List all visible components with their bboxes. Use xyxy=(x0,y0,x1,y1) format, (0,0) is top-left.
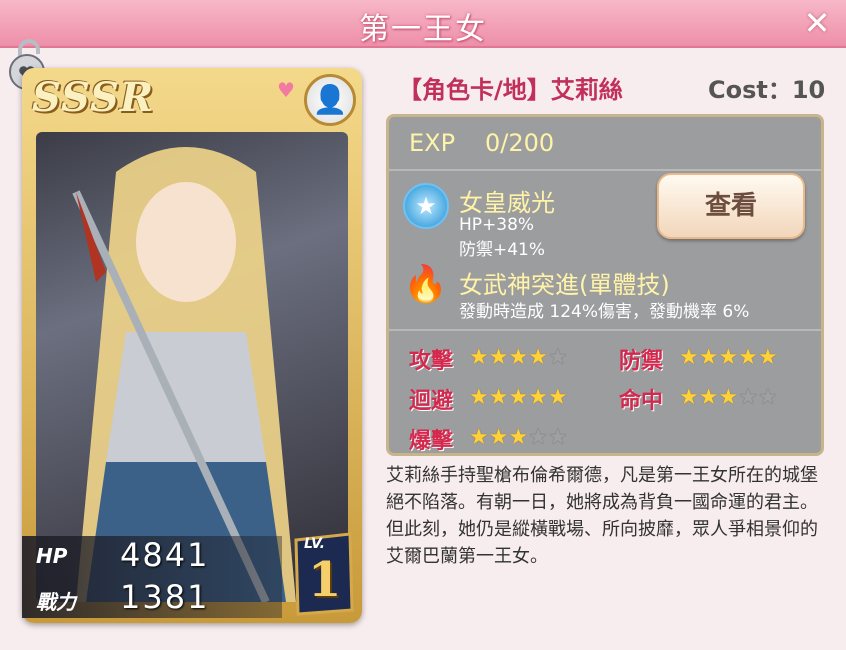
window-title: 第一王女 xyxy=(359,12,487,47)
star-filled-icon: ★ xyxy=(508,385,529,410)
star-filled-icon: ★ xyxy=(698,345,719,370)
star-empty-icon: ★ xyxy=(738,385,758,410)
star-empty-icon: ★ xyxy=(547,425,568,450)
stars-accuracy: ★★★★★ xyxy=(679,385,778,410)
hp-value: 4841 xyxy=(120,536,210,574)
star-filled-icon: ★ xyxy=(469,385,489,410)
star-filled-icon: ★ xyxy=(469,345,489,370)
star-filled-icon: ★ xyxy=(738,345,758,370)
star-filled-icon: ★ xyxy=(508,425,529,450)
rarity-badge: SSSR xyxy=(32,74,155,121)
divider xyxy=(389,329,821,331)
flame-icon: 🔥 xyxy=(403,264,448,305)
power-label: 戰力 xyxy=(36,590,76,614)
hp-stat: HP 4841 xyxy=(22,536,282,578)
star-filled-icon: ★ xyxy=(488,425,509,450)
star-filled-icon: ★ xyxy=(547,385,568,410)
star-filled-icon: ★ xyxy=(488,345,509,370)
exp-label: EXP xyxy=(409,129,456,157)
stars-evasion: ★★★★★ xyxy=(469,385,568,410)
level-label: LV. xyxy=(304,536,325,552)
star-filled-icon: ★ xyxy=(679,385,699,410)
star-filled-icon: ★ xyxy=(718,385,739,410)
power-stat: 戰力 1381 xyxy=(22,578,282,618)
skill1-desc-hp: HP+38% xyxy=(459,215,535,235)
star-filled-icon: ★ xyxy=(469,425,489,450)
exp-value: 0/200 xyxy=(485,129,555,157)
view-button[interactable]: 查看 xyxy=(657,173,805,239)
heart-icon: ♥ xyxy=(277,78,295,102)
title-bar: 第一王女 ✕ xyxy=(0,0,846,48)
profile-icon[interactable]: 👤 xyxy=(304,74,356,126)
attr-label-critical: 爆擊 xyxy=(409,429,454,454)
star-filled-icon: ★ xyxy=(718,345,739,370)
star-empty-icon: ★ xyxy=(547,345,568,370)
star-empty-icon: ★ xyxy=(757,385,778,410)
card-detail-panel: 第一王女 ✕ SSSR ♥ 👤 HP 4841 戰力 1381 LV. 1 【角… xyxy=(0,0,846,650)
attr-label-defense: 防禦 xyxy=(619,349,664,374)
skill1-name: 女皇威光 xyxy=(459,189,555,217)
attr-label-accuracy: 命中 xyxy=(619,389,664,414)
star-badge-icon: ★ xyxy=(403,183,449,229)
close-icon[interactable]: ✕ xyxy=(800,6,834,40)
star-filled-icon: ★ xyxy=(488,385,509,410)
exp-row: EXP 0/200 xyxy=(389,117,821,171)
star-filled-icon: ★ xyxy=(508,345,529,370)
card-info-box: EXP 0/200 ★ 女皇威光 HP+38% 防禦+41% 查看 🔥 女武神突… xyxy=(386,114,824,456)
star-filled-icon: ★ xyxy=(698,385,719,410)
card-description: 艾莉絲手持聖槍布倫希爾德，凡是第一王女所在的城堡絕不陷落。有朝一日，她將成為背負… xyxy=(386,465,818,567)
skill2-name: 女武神突進(單體技) xyxy=(459,271,670,299)
stars-attack: ★★★★★ xyxy=(469,345,568,370)
star-filled-icon: ★ xyxy=(679,345,699,370)
power-value: 1381 xyxy=(120,578,210,616)
skill1-desc-def: 防禦+41% xyxy=(459,240,546,260)
star-empty-icon: ★ xyxy=(528,425,548,450)
skill2-desc: 發動時造成 124%傷害，發動機率 6% xyxy=(459,302,750,322)
stars-critical: ★★★★★ xyxy=(469,425,568,450)
star-filled-icon: ★ xyxy=(757,345,778,370)
hp-label: HP xyxy=(36,544,68,568)
star-filled-icon: ★ xyxy=(528,345,548,370)
attr-label-attack: 攻擊 xyxy=(409,349,454,374)
level-badge: LV. 1 xyxy=(290,530,358,618)
star-filled-icon: ★ xyxy=(528,385,548,410)
card-cost: Cost：10 xyxy=(708,76,826,104)
attr-label-evasion: 迴避 xyxy=(409,389,454,414)
character-card: SSSR ♥ 👤 HP 4841 戰力 1381 LV. 1 xyxy=(22,68,362,623)
stars-defense: ★★★★★ xyxy=(679,345,778,370)
level-value: 1 xyxy=(308,552,342,608)
card-name: 【角色卡/地】艾莉絲 xyxy=(398,76,623,104)
